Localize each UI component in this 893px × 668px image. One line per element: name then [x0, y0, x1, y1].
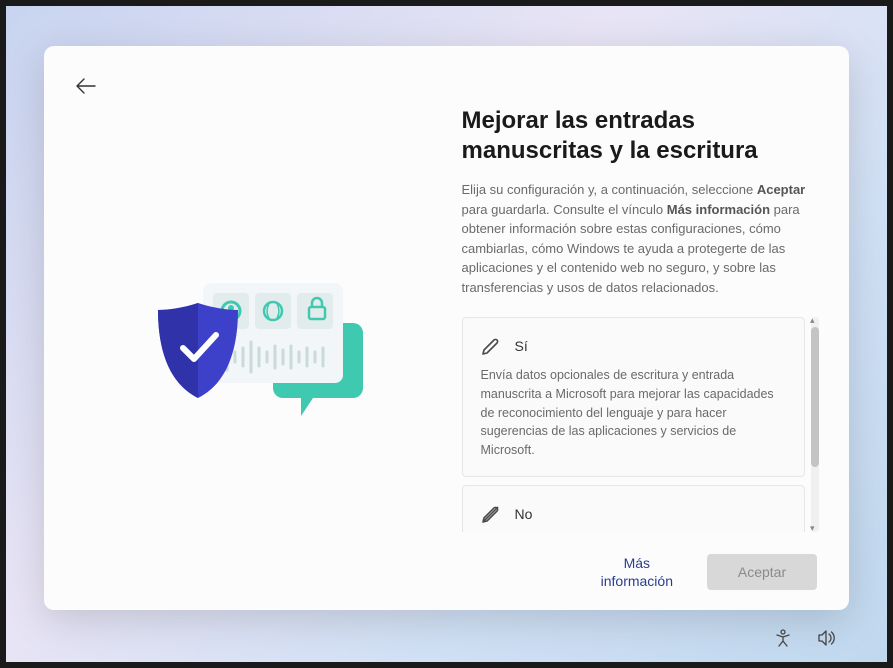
privacy-illustration-icon	[113, 248, 393, 448]
desc-text-1: Elija su configuración y, a continuación…	[462, 182, 757, 197]
desc-text-2: para guardarla. Consulte el vínculo	[462, 202, 667, 217]
desc-accept-word: Aceptar	[757, 182, 805, 197]
scrollbar-thumb[interactable]	[811, 327, 819, 467]
accessibility-icon	[774, 629, 792, 647]
back-arrow-icon	[76, 78, 96, 94]
scroll-up-icon[interactable]: ▴	[810, 315, 815, 326]
option-no-label: No	[515, 506, 533, 522]
desktop-background: Mejorar las entradas manuscritas y la es…	[6, 6, 887, 662]
accessibility-button[interactable]	[773, 628, 793, 648]
option-yes-body: Envía datos opcionales de escritura y en…	[481, 366, 787, 460]
options-scrollbar[interactable]: ▴ ▾	[811, 317, 819, 532]
oobe-dialog: Mejorar las entradas manuscritas y la es…	[44, 46, 849, 610]
page-description: Elija su configuración y, a continuación…	[462, 180, 820, 297]
more-info-link[interactable]: Más información	[601, 554, 673, 590]
pen-disabled-icon	[481, 504, 501, 524]
back-button[interactable]	[74, 74, 98, 98]
pen-icon	[481, 336, 501, 356]
volume-icon	[817, 629, 837, 647]
more-info-line2: información	[601, 572, 673, 590]
option-yes[interactable]: Sí Envía datos opcionales de escritura y…	[462, 317, 806, 477]
accept-button[interactable]: Aceptar	[707, 554, 817, 590]
volume-button[interactable]	[817, 628, 837, 648]
more-info-line1: Más	[601, 554, 673, 572]
desc-moreinfo-word: Más información	[667, 202, 770, 217]
scroll-down-icon[interactable]: ▾	[810, 523, 815, 534]
page-title: Mejorar las entradas manuscritas y la es…	[462, 106, 820, 166]
illustration-panel	[74, 106, 432, 590]
option-no[interactable]: No No quiero usar mis datos para mejorar…	[462, 485, 806, 532]
option-yes-label: Sí	[515, 338, 528, 354]
